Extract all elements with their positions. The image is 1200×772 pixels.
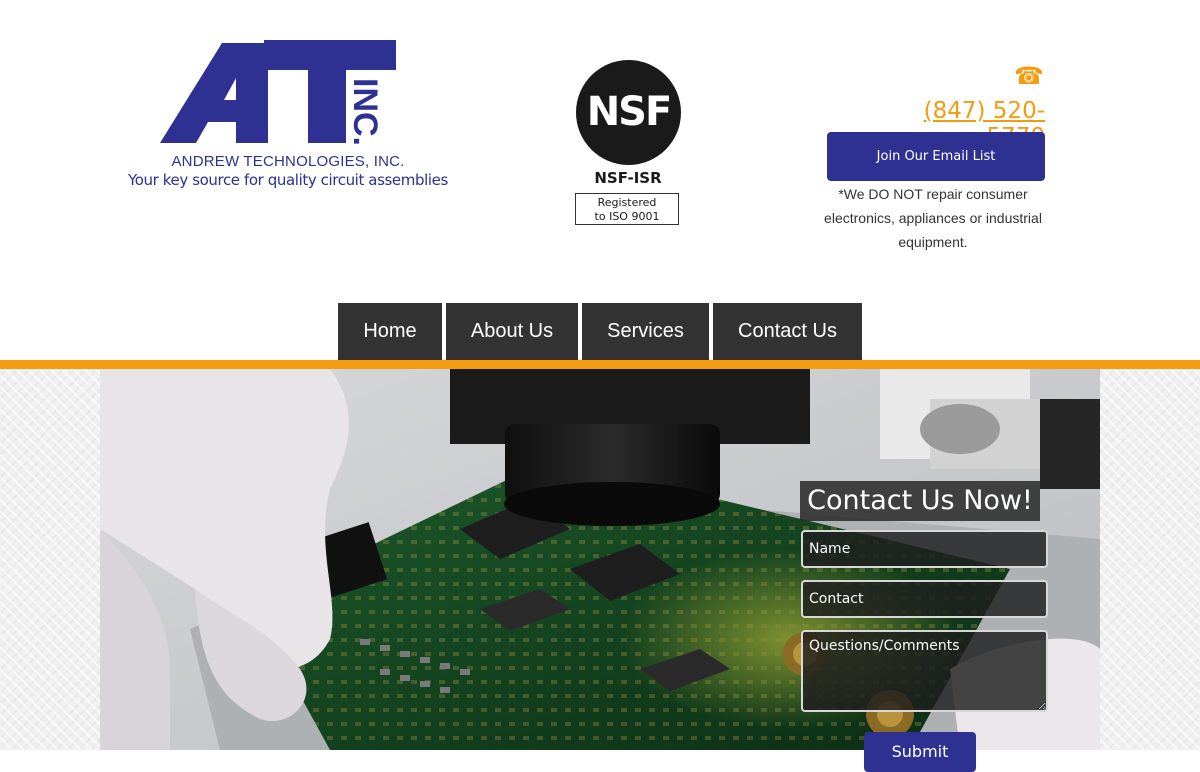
contact-form-title: Contact Us Now! bbox=[800, 481, 1040, 521]
svg-text:INC.: INC. bbox=[346, 78, 384, 146]
nav-item-contact-us[interactable]: Contact Us bbox=[713, 303, 862, 360]
company-tagline: Your key source for quality circuit asse… bbox=[128, 171, 448, 189]
contact-input[interactable] bbox=[801, 580, 1048, 618]
nsf-logo: NSF ® bbox=[576, 60, 681, 183]
phone-icon: ☎ bbox=[1014, 63, 1044, 90]
submit-button[interactable]: Submit bbox=[864, 732, 976, 772]
iso-registration-box: Registered to ISO 9001 bbox=[575, 193, 679, 225]
comments-textarea[interactable] bbox=[801, 630, 1048, 712]
registration-line-1: Registered bbox=[597, 196, 657, 209]
registration-line-2: to ISO 9001 bbox=[594, 210, 660, 223]
nav-item-services[interactable]: Services bbox=[582, 303, 709, 360]
repair-disclaimer: *We DO NOT repair consumer electronics, … bbox=[824, 186, 1042, 250]
nav-item-home[interactable]: Home bbox=[338, 303, 442, 360]
company-logo[interactable]: INC. ANDREW TECHNOLOGIES, INC. Your key … bbox=[128, 38, 448, 193]
nsf-isr-label: NSF-ISR bbox=[594, 169, 662, 187]
main-nav: Home About Us Services Contact Us bbox=[338, 303, 862, 360]
nsf-logo-text: NSF bbox=[586, 89, 673, 135]
at-logo-mark: INC. bbox=[160, 40, 396, 146]
company-name: ANDREW TECHNOLOGIES, INC. bbox=[171, 153, 405, 170]
nsf-certification-badge: NSF ® NSF-ISR Registered to ISO 9001 bbox=[572, 58, 684, 230]
name-input[interactable] bbox=[801, 530, 1048, 568]
accent-divider bbox=[0, 360, 1200, 369]
join-email-list-button[interactable]: Join Our Email List bbox=[827, 132, 1045, 181]
nav-item-about-us[interactable]: About Us bbox=[446, 303, 578, 360]
